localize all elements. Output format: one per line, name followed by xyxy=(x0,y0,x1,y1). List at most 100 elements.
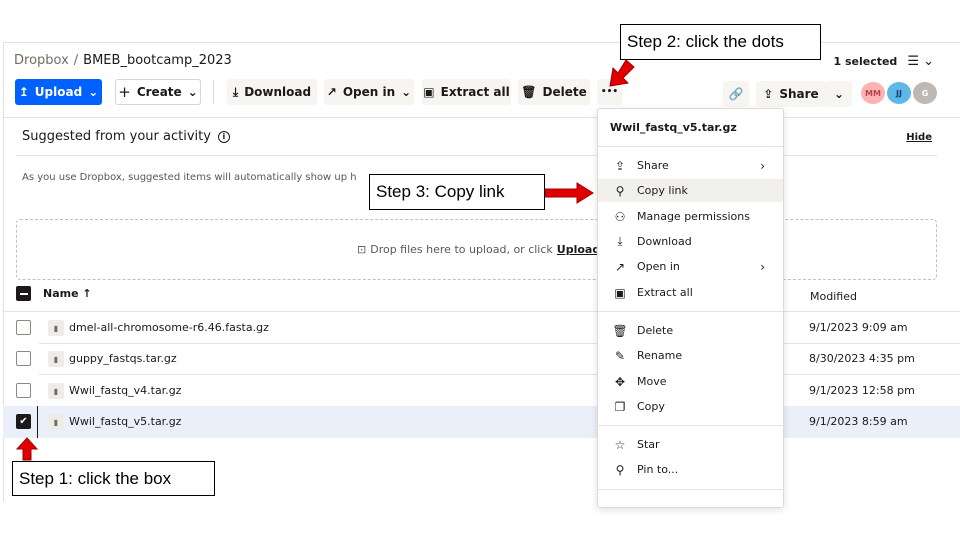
link-icon: ⚲ xyxy=(615,183,625,198)
file-name[interactable]: Wwil_fastq_v4.tar.gz xyxy=(69,384,181,397)
copy-icon: ❐ xyxy=(614,399,626,414)
menu-title: Wwil_fastq_v5.tar.gz xyxy=(610,121,737,134)
share-button[interactable]: ⇪ Share xyxy=(756,81,826,107)
plus-icon: + xyxy=(118,83,131,101)
file-modified: 9/1/2023 9:09 am xyxy=(809,321,908,334)
table-row[interactable]: ▮ Wwil_fastq_v4.tar.gz 9/1/2023 12:58 pm xyxy=(3,375,960,407)
menu-item-copy-link[interactable]: ⚲ Copy link xyxy=(598,179,783,202)
breadcrumb-folder[interactable]: BMEB_bootcamp_2023 xyxy=(83,53,232,68)
avatar[interactable]: JJ xyxy=(887,82,911,104)
delete-label: Delete xyxy=(542,85,587,99)
list-view-icon[interactable]: ☰ ⌄ xyxy=(907,54,934,69)
divider xyxy=(3,117,960,118)
menu-divider xyxy=(598,311,783,312)
copy-link-button[interactable]: 🔗 xyxy=(723,81,749,107)
extract-all-button[interactable]: ▣ Extract all xyxy=(422,79,511,105)
suggested-description: As you use Dropbox, suggested items will… xyxy=(22,172,357,183)
row-checkbox[interactable]: ✔ xyxy=(16,414,31,429)
extract-icon: ▣ xyxy=(614,285,626,300)
chevron-down-icon: ⌄ xyxy=(187,85,198,99)
menu-item-open-in[interactable]: ↗ Open in › xyxy=(598,255,783,278)
breadcrumb-root[interactable]: Dropbox xyxy=(14,53,69,68)
row-checkbox[interactable] xyxy=(16,351,31,366)
share-icon: ⇪ xyxy=(614,158,626,173)
table-row[interactable]: ✔ ▮ Wwil_fastq_v5.tar.gz 9/1/2023 8:59 a… xyxy=(3,406,960,438)
upload-button[interactable]: ↥ Upload ⌄ xyxy=(15,79,102,105)
extract-all-label: Extract all xyxy=(440,85,510,99)
open-in-button[interactable]: ↗ Open in ⌄ xyxy=(324,79,414,105)
extract-icon: ▣ xyxy=(423,85,435,99)
drop-zone-upload-link[interactable]: Upload xyxy=(557,243,600,256)
row-checkbox[interactable] xyxy=(16,320,31,335)
trash-icon: 🗑 xyxy=(521,85,537,99)
step1-arrow-icon xyxy=(16,437,38,461)
upload-label: Upload xyxy=(34,85,83,99)
menu-item-rename[interactable]: ✎ Rename xyxy=(598,344,783,367)
menu-item-star[interactable]: ☆ Star xyxy=(598,433,783,456)
trash-icon: 🗑 xyxy=(612,323,628,338)
chevron-right-icon: › xyxy=(760,158,765,173)
row-checkbox[interactable] xyxy=(16,383,31,398)
file-icon: ▮ xyxy=(48,414,64,430)
table-row[interactable]: ▮ dmel-all-chromosome-r6.46.fasta.gz 9/1… xyxy=(3,312,960,344)
sort-arrow-icon: ↑ xyxy=(82,287,92,300)
divider xyxy=(16,155,937,156)
open-in-icon: ↗ xyxy=(614,259,626,274)
chevron-right-icon: › xyxy=(760,259,765,274)
chevron-down-icon: ⌄ xyxy=(401,85,412,99)
avatar[interactable]: G xyxy=(913,82,937,104)
step1-callout: Step 1: click the box xyxy=(12,461,215,496)
download-icon: ⤓ xyxy=(232,84,239,99)
download-button[interactable]: ⤓ Download xyxy=(227,79,317,105)
avatar-initials: MM xyxy=(865,88,881,98)
create-label: Create xyxy=(136,85,182,99)
menu-item-share[interactable]: ⇪ Share › xyxy=(598,154,783,177)
chevron-down-icon: ⌄ xyxy=(88,85,99,99)
chevron-down-icon: ⌄ xyxy=(833,87,845,101)
drop-zone-text: ⊡ Drop files here to upload, or click Up… xyxy=(357,243,613,256)
menu-item-move[interactable]: ✥ Move xyxy=(598,370,783,393)
people-icon: ⚇ xyxy=(614,209,626,224)
column-modified[interactable]: Modified xyxy=(810,290,857,303)
menu-divider xyxy=(598,146,783,147)
download-icon: ⤓ xyxy=(617,234,623,248)
step2-callout: Step 2: click the dots xyxy=(620,24,821,60)
star-icon: ☆ xyxy=(614,437,626,452)
file-name[interactable]: Wwil_fastq_v5.tar.gz xyxy=(69,415,181,428)
upload-icon: ↥ xyxy=(18,85,29,99)
hide-link[interactable]: Hide xyxy=(906,132,932,143)
step2-arrow-icon xyxy=(609,59,635,87)
menu-divider xyxy=(598,489,783,490)
file-modified: 8/30/2023 4:35 pm xyxy=(809,352,915,365)
table-row[interactable]: ▮ guppy_fastqs.tar.gz 8/30/2023 4:35 pm xyxy=(3,343,960,375)
table-header: Name ↑ xyxy=(16,286,92,301)
pin-icon: ⚲ xyxy=(615,462,625,477)
folder-upload-icon: ⊡ xyxy=(357,243,367,256)
suggested-title: Suggested from your activity xyxy=(22,129,211,144)
step3-arrow-icon xyxy=(545,182,594,204)
file-name[interactable]: dmel-all-chromosome-r6.46.fasta.gz xyxy=(69,321,269,334)
share-options-button[interactable]: ⌄ xyxy=(826,81,852,107)
file-icon: ▮ xyxy=(48,351,64,367)
menu-item-copy[interactable]: ❐ Copy xyxy=(598,395,783,418)
menu-item-manage-permissions[interactable]: ⚇ Manage permissions xyxy=(598,205,783,228)
menu-item-delete[interactable]: 🗑 Delete xyxy=(598,319,783,342)
file-name[interactable]: guppy_fastqs.tar.gz xyxy=(69,352,177,365)
avatar-initials: JJ xyxy=(896,88,902,98)
menu-item-extract-all[interactable]: ▣ Extract all xyxy=(598,281,783,304)
file-icon: ▮ xyxy=(48,320,64,336)
create-button[interactable]: + Create ⌄ xyxy=(115,79,201,105)
share-icon: ⇪ xyxy=(763,87,774,101)
menu-item-download[interactable]: ⤓ Download xyxy=(598,230,783,253)
menu-item-pin-to[interactable]: ⚲ Pin to... xyxy=(598,458,783,481)
file-modified: 9/1/2023 8:59 am xyxy=(809,415,908,428)
open-in-icon: ↗ xyxy=(326,85,337,99)
info-icon[interactable]: i xyxy=(217,130,230,143)
select-all-checkbox[interactable] xyxy=(16,286,31,301)
column-name[interactable]: Name ↑ xyxy=(43,287,92,300)
breadcrumb: Dropbox / BMEB_bootcamp_2023 xyxy=(14,53,232,68)
delete-button[interactable]: 🗑 Delete xyxy=(518,79,590,105)
breadcrumb-separator: / xyxy=(73,53,79,68)
file-icon: ▮ xyxy=(48,383,64,399)
avatar[interactable]: MM xyxy=(861,82,885,104)
